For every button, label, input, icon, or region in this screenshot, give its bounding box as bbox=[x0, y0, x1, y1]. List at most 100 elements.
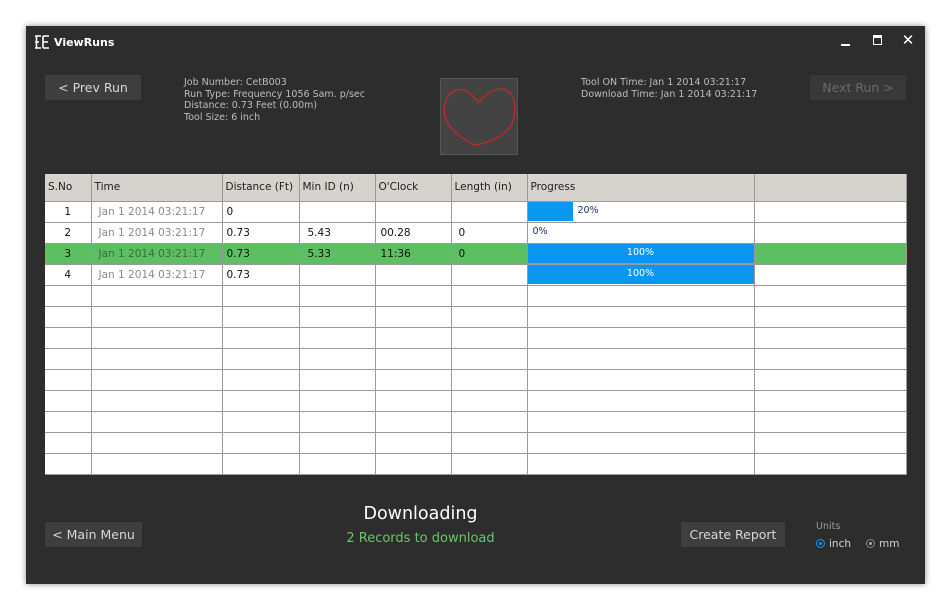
empty-cell bbox=[527, 348, 755, 370]
create-report-button[interactable]: Create Report bbox=[681, 522, 785, 547]
empty-cell bbox=[91, 306, 223, 328]
empty-cell bbox=[451, 327, 528, 349]
cell-sno: 4 bbox=[45, 264, 92, 286]
empty-cell bbox=[375, 348, 452, 370]
cell-min-id bbox=[299, 201, 376, 223]
empty-cell bbox=[527, 369, 755, 391]
table-row[interactable]: 2 Jan 1 2014 03:21:17 0.73 5.43 00.28 0 0% bbox=[45, 222, 907, 244]
empty-cell bbox=[754, 285, 907, 307]
empty-cell bbox=[45, 390, 92, 412]
header-oclock[interactable]: O'Clock bbox=[375, 174, 452, 202]
cell-extra bbox=[754, 264, 907, 286]
cell-time: Jan 1 2014 03:21:17 bbox=[91, 243, 223, 265]
empty-row bbox=[45, 390, 907, 412]
empty-cell bbox=[754, 411, 907, 433]
empty-row bbox=[45, 369, 907, 391]
table-row[interactable]: 4 Jan 1 2014 03:21:17 0.73 100% bbox=[45, 264, 907, 286]
next-run-button[interactable]: Next Run > bbox=[810, 75, 906, 100]
empty-cell bbox=[222, 327, 300, 349]
header-distance[interactable]: Distance (Ft) bbox=[222, 174, 300, 202]
empty-cell bbox=[527, 285, 755, 307]
empty-cell bbox=[375, 390, 452, 412]
cell-progress: 100% bbox=[527, 243, 755, 265]
empty-cell bbox=[375, 453, 452, 475]
run-info-right: Tool ON Time: Jan 1 2014 03:21:17 Downlo… bbox=[581, 77, 757, 100]
cell-time: Jan 1 2014 03:21:17 bbox=[91, 264, 223, 286]
empty-cell bbox=[451, 390, 528, 412]
empty-cell bbox=[451, 411, 528, 433]
empty-cell bbox=[45, 369, 92, 391]
run-type: Run Type: Frequency 1056 Sam. p/sec bbox=[184, 88, 365, 100]
window-title: ViewRuns bbox=[54, 36, 115, 49]
header-progress[interactable]: Progress bbox=[527, 174, 755, 202]
app-logo-icon bbox=[35, 35, 49, 49]
header-min-id[interactable]: Min ID (n) bbox=[299, 174, 376, 202]
empty-cell bbox=[754, 327, 907, 349]
progress-label: 100% bbox=[626, 246, 655, 258]
maximize-icon[interactable] bbox=[869, 32, 887, 50]
empty-cell bbox=[527, 327, 755, 349]
units-mm-radio[interactable]: mm bbox=[866, 538, 899, 552]
units-label: Units bbox=[816, 521, 841, 532]
empty-cell bbox=[754, 306, 907, 328]
tool-on-time: Tool ON Time: Jan 1 2014 03:21:17 bbox=[581, 77, 747, 88]
download-time: Download Time: Jan 1 2014 03:21:17 bbox=[581, 88, 758, 100]
empty-cell bbox=[299, 369, 376, 391]
header-sno[interactable]: S.No bbox=[45, 174, 92, 202]
cell-sno: 3 bbox=[45, 243, 92, 265]
radio-indicator[interactable] bbox=[816, 539, 825, 548]
empty-cell bbox=[451, 432, 528, 454]
empty-cell bbox=[451, 348, 528, 370]
prev-run-button[interactable]: < Prev Run bbox=[45, 75, 141, 100]
empty-cell bbox=[451, 369, 528, 391]
cell-oclock: 00.28 bbox=[375, 222, 452, 244]
header-time[interactable]: Time bbox=[91, 174, 223, 202]
empty-cell bbox=[222, 369, 300, 391]
empty-cell bbox=[527, 306, 755, 328]
main-menu-button[interactable]: < Main Menu bbox=[45, 522, 142, 547]
empty-cell bbox=[45, 453, 92, 475]
cell-distance: 0.73 bbox=[222, 264, 300, 286]
cell-progress: 20% bbox=[527, 201, 755, 223]
empty-cell bbox=[299, 285, 376, 307]
run-shape-thumbnail bbox=[440, 78, 518, 155]
cell-oclock bbox=[375, 201, 452, 223]
cell-length: 0 bbox=[451, 222, 528, 244]
cell-oclock bbox=[375, 264, 452, 286]
progress-label: 20% bbox=[577, 204, 599, 216]
job-number: Job Number: CetB003 bbox=[184, 77, 287, 88]
pipe-profile-curve bbox=[443, 88, 516, 146]
progress-label: 100% bbox=[626, 267, 655, 279]
minimize-icon[interactable] bbox=[837, 32, 855, 50]
cell-min-id: 5.43 bbox=[299, 222, 376, 244]
empty-cell bbox=[754, 369, 907, 391]
close-icon[interactable]: ✕ bbox=[899, 32, 917, 50]
empty-cell bbox=[527, 453, 755, 475]
cell-time: Jan 1 2014 03:21:17 bbox=[91, 222, 223, 244]
empty-cell bbox=[45, 306, 92, 328]
empty-cell bbox=[91, 369, 223, 391]
empty-cell bbox=[222, 453, 300, 475]
cell-time: Jan 1 2014 03:21:17 bbox=[91, 201, 223, 223]
empty-cell bbox=[375, 285, 452, 307]
empty-cell bbox=[299, 432, 376, 454]
empty-cell bbox=[754, 390, 907, 412]
empty-cell bbox=[91, 327, 223, 349]
empty-cell bbox=[299, 348, 376, 370]
units-inch-radio[interactable]: inch bbox=[816, 538, 851, 552]
empty-cell bbox=[527, 432, 755, 454]
empty-cell bbox=[451, 306, 528, 328]
empty-cell bbox=[451, 453, 528, 475]
empty-cell bbox=[45, 285, 92, 307]
table-row[interactable]: 3 Jan 1 2014 03:21:17 0.73 5.33 11:36 0 100% bbox=[45, 243, 907, 265]
radio-indicator[interactable] bbox=[866, 539, 875, 548]
header-length[interactable]: Length (in) bbox=[451, 174, 528, 202]
table-row[interactable]: 1 Jan 1 2014 03:21:17 0 20% bbox=[45, 201, 907, 223]
empty-cell bbox=[222, 348, 300, 370]
empty-cell bbox=[222, 285, 300, 307]
empty-row bbox=[45, 327, 907, 349]
runs-table: S.No Time Distance (Ft) Min ID (n) O'Clo… bbox=[45, 174, 907, 475]
units-inch-label: inch bbox=[829, 538, 851, 550]
cell-sno: 1 bbox=[45, 201, 92, 223]
cell-extra bbox=[754, 222, 907, 244]
